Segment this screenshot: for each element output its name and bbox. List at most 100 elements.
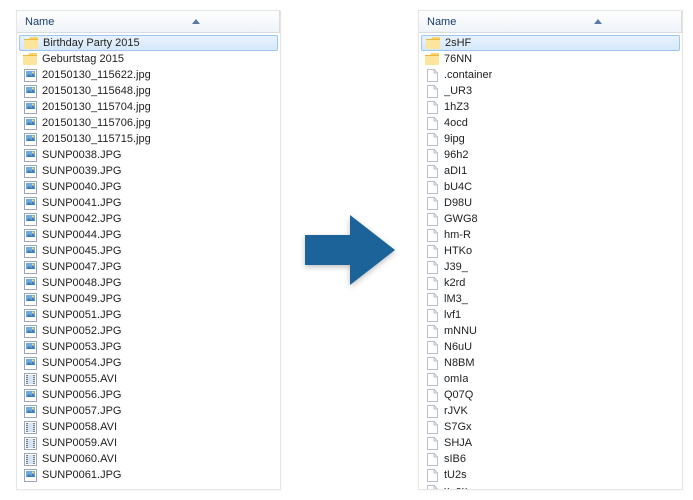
column-header-name[interactable]: Name: [419, 11, 682, 33]
file-list-panel-right: Name 2sHF 76NN .container_UR31hZ34ocd9ipg9…: [418, 10, 683, 490]
list-item[interactable]: aDI1: [419, 163, 682, 179]
list-item[interactable]: 76NN: [419, 51, 682, 67]
list-item[interactable]: SUNP0038.JPG: [17, 147, 280, 163]
item-name: SUNP0056.JPG: [42, 389, 121, 401]
list-item[interactable]: 2sHF: [421, 35, 680, 51]
list-item[interactable]: Geburtstag 2015: [17, 51, 280, 67]
list-item[interactable]: Q07Q: [419, 387, 682, 403]
image-icon: [23, 244, 37, 258]
list-item[interactable]: D98U: [419, 195, 682, 211]
item-name: SUNP0051.JPG: [42, 309, 121, 321]
list-item[interactable]: tU2s: [419, 467, 682, 483]
item-name: N8BM: [444, 357, 475, 369]
list-item[interactable]: GWG8: [419, 211, 682, 227]
item-name: SUNP0057.JPG: [42, 405, 121, 417]
list-item[interactable]: 1hZ3: [419, 99, 682, 115]
item-name: SUNP0048.JPG: [42, 277, 121, 289]
file-icon: [425, 372, 439, 386]
image-icon: [23, 260, 37, 274]
list-item[interactable]: SUNP0058.AVI: [17, 419, 280, 435]
list-item[interactable]: SUNP0045.JPG: [17, 243, 280, 259]
item-name: SUNP0041.JPG: [42, 197, 121, 209]
file-icon: [425, 164, 439, 178]
folder-icon: [24, 36, 38, 50]
list-item[interactable]: 20150130_115622.jpg: [17, 67, 280, 83]
list-item[interactable]: lvf1: [419, 307, 682, 323]
file-icon: [425, 452, 439, 466]
list-item[interactable]: N6uU: [419, 339, 682, 355]
list-item[interactable]: SUNP0059.AVI: [17, 435, 280, 451]
list-item[interactable]: Birthday Party 2015: [19, 35, 278, 51]
list-item[interactable]: SUNP0055.AVI: [17, 371, 280, 387]
list-item[interactable]: 9ipg: [419, 131, 682, 147]
file-icon: [425, 468, 439, 482]
list-item[interactable]: 20150130_115715.jpg: [17, 131, 280, 147]
item-name: N6uU: [444, 341, 472, 353]
list-item[interactable]: SUNP0048.JPG: [17, 275, 280, 291]
item-name: SUNP0042.JPG: [42, 213, 121, 225]
list-item[interactable]: SUNP0054.JPG: [17, 355, 280, 371]
list-item[interactable]: S7Gx: [419, 419, 682, 435]
list-item[interactable]: SUNP0041.JPG: [17, 195, 280, 211]
list-item[interactable]: SUNP0052.JPG: [17, 323, 280, 339]
list-item[interactable]: SUNP0057.JPG: [17, 403, 280, 419]
file-icon: [425, 100, 439, 114]
list-item[interactable]: 20150130_115704.jpg: [17, 99, 280, 115]
file-icon: [425, 132, 439, 146]
list-item[interactable]: mNNU: [419, 323, 682, 339]
file-icon: [425, 180, 439, 194]
list-item[interactable]: SUNP0060.AVI: [17, 451, 280, 467]
list-item[interactable]: hm-R: [419, 227, 682, 243]
file-list[interactable]: Birthday Party 2015Geburtstag 2015201501…: [17, 33, 280, 489]
list-item[interactable]: SUNP0039.JPG: [17, 163, 280, 179]
list-item[interactable]: lM3_: [419, 291, 682, 307]
list-item[interactable]: omIa: [419, 371, 682, 387]
image-icon: [23, 100, 37, 114]
image-icon: [23, 292, 37, 306]
list-item[interactable]: SUNP0051.JPG: [17, 307, 280, 323]
image-icon: [23, 356, 37, 370]
item-name: Birthday Party 2015: [43, 37, 140, 49]
file-icon: [425, 420, 439, 434]
list-item[interactable]: SUNP0053.JPG: [17, 339, 280, 355]
file-icon: [425, 68, 439, 82]
item-name: 20150130_115715.jpg: [42, 133, 151, 145]
file-list-panel-left: Name Birthday Party 2015Geburtstag 20152…: [16, 10, 281, 490]
file-icon: [425, 340, 439, 354]
file-icon: [425, 212, 439, 226]
item-name: GWG8: [444, 213, 478, 225]
list-item[interactable]: sIB6: [419, 451, 682, 467]
list-item[interactable]: rJVK: [419, 403, 682, 419]
list-item[interactable]: SUNP0040.JPG: [17, 179, 280, 195]
column-header-name[interactable]: Name: [17, 11, 280, 33]
image-icon: [23, 308, 37, 322]
list-item[interactable]: SUNP0047.JPG: [17, 259, 280, 275]
list-item[interactable]: 4ocd: [419, 115, 682, 131]
list-item[interactable]: .container: [419, 67, 682, 83]
list-item[interactable]: SUNP0044.JPG: [17, 227, 280, 243]
list-item[interactable]: 96h2: [419, 147, 682, 163]
image-icon: [23, 180, 37, 194]
list-item[interactable]: _UR3: [419, 83, 682, 99]
list-item[interactable]: 20150130_115648.jpg: [17, 83, 280, 99]
image-icon: [23, 468, 37, 482]
item-name: SUNP0052.JPG: [42, 325, 121, 337]
list-item[interactable]: HTKo: [419, 243, 682, 259]
list-item[interactable]: x_ax: [419, 483, 682, 489]
list-item[interactable]: SUNP0056.JPG: [17, 387, 280, 403]
file-list[interactable]: 2sHF 76NN .container_UR31hZ34ocd9ipg96h2aD…: [419, 33, 682, 489]
list-item[interactable]: SHJA: [419, 435, 682, 451]
item-name: 76NN: [444, 53, 472, 65]
list-item[interactable]: 20150130_115706.jpg: [17, 115, 280, 131]
image-icon: [23, 212, 37, 226]
list-item[interactable]: N8BM: [419, 355, 682, 371]
list-item[interactable]: SUNP0049.JPG: [17, 291, 280, 307]
list-item[interactable]: bU4C: [419, 179, 682, 195]
list-item[interactable]: k2rd: [419, 275, 682, 291]
item-name: hm-R: [444, 229, 471, 241]
list-item[interactable]: SUNP0061.JPG: [17, 467, 280, 483]
list-item[interactable]: J39_: [419, 259, 682, 275]
file-icon: [425, 196, 439, 210]
list-item[interactable]: SUNP0042.JPG: [17, 211, 280, 227]
file-icon: [425, 308, 439, 322]
